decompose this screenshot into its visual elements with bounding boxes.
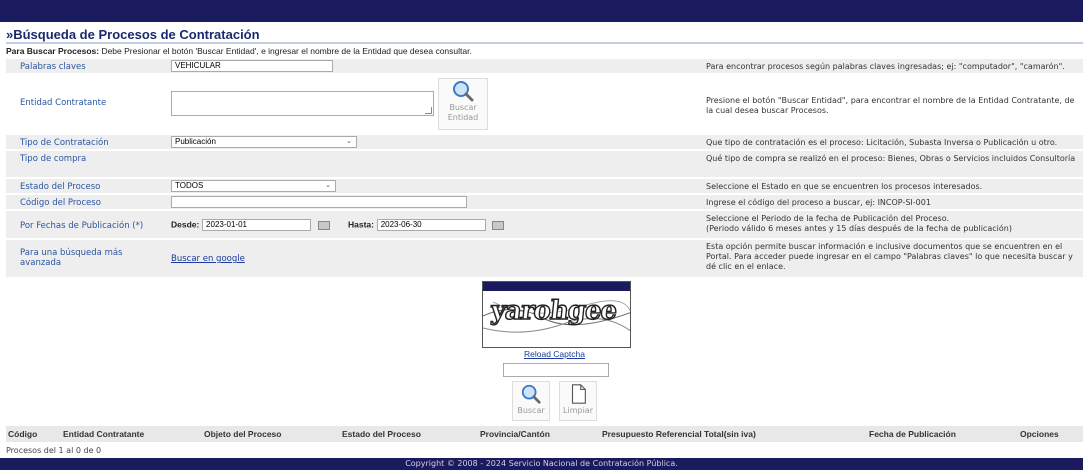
row-tipo-contratacion: Tipo de Contratación Publicación ⌄ Que ti… [6, 135, 1083, 150]
palabras-label: Palabras claves [20, 62, 86, 72]
desde-input[interactable]: 2023-01-01 [202, 219, 312, 231]
row-avanzada: Para una búsqueda más avanzada Buscar en … [6, 240, 1083, 278]
blank-document-icon [571, 384, 586, 404]
estado-select[interactable]: TODOS ⌄ [171, 180, 336, 192]
resize-grip-icon [425, 107, 432, 114]
entidad-label: Entidad Contratante [20, 98, 107, 108]
estado-value: TODOS [175, 181, 204, 190]
reload-captcha-link[interactable]: Reload Captcha [524, 349, 585, 359]
col-codigo: Código [8, 429, 38, 439]
codigo-label: Código del Proceso [20, 198, 101, 208]
row-fechas: Por Fechas de Publicación (*) Desde: 202… [6, 211, 1083, 239]
codigo-input[interactable] [171, 196, 467, 208]
row-tipo-compra: Tipo de compra Qué tipo de compra se rea… [6, 151, 1083, 178]
instructions-text: Debe Presionar el botón 'Buscar Entidad'… [99, 46, 472, 56]
avanzada-help: Esta opción permite buscar información e… [706, 242, 1073, 271]
tipo-contratacion-help: Que tipo de contratación es el proceso: … [706, 138, 1058, 147]
col-presupuesto: Presupuesto Referencial Total(sin iva) [602, 429, 756, 439]
col-provincia: Provincia/Cantón [480, 429, 550, 439]
buscar-label: Buscar [517, 406, 545, 415]
row-palabras-claves: Palabras claves VEHICULAR Para encontrar… [6, 59, 1083, 74]
magnifier-icon [453, 81, 474, 102]
palabras-input[interactable]: VEHICULAR [171, 60, 333, 72]
tipo-contratacion-select[interactable]: Publicación ⌄ [171, 136, 357, 148]
buscar-google-link[interactable]: Buscar en google [171, 254, 245, 264]
results-count: Procesos del 1 al 0 de 0 [6, 446, 102, 455]
fechas-help-line1: Seleccione el Periodo de la fecha de Pub… [706, 214, 950, 223]
row-codigo: Código del Proceso Ingrese el código del… [6, 195, 1083, 210]
footer: Copyright © 2008 - 2024 Servicio Naciona… [0, 458, 1083, 470]
entidad-help: Presione el botón "Buscar Entidad", para… [706, 96, 1075, 115]
instructions-bold: Para Buscar Procesos: [6, 46, 100, 56]
limpiar-button[interactable]: Limpiar [559, 381, 597, 421]
magnifier-icon [521, 384, 541, 404]
instructions: Para Buscar Procesos: Debe Presionar el … [6, 46, 472, 56]
results-header: Código Entidad Contratante Objeto del Pr… [6, 426, 1083, 442]
calendar-icon[interactable] [492, 220, 505, 230]
tipo-contratacion-value: Publicación [175, 137, 216, 146]
captcha-image: yarohgee [482, 281, 631, 348]
hasta-input[interactable]: 2023-06-30 [376, 219, 486, 231]
title-divider [6, 42, 1083, 44]
col-opciones: Opciones [1020, 429, 1059, 439]
col-fecha: Fecha de Publicación [869, 429, 956, 439]
desde-label: Desde: [171, 219, 200, 230]
col-estado: Estado del Proceso [342, 429, 421, 439]
col-objeto: Objeto del Proceso [204, 429, 282, 439]
tipo-compra-label: Tipo de compra [20, 154, 87, 164]
avanzada-label-line1: Para una búsqueda más [20, 248, 123, 258]
page-title: »Búsqueda de Procesos de Contratación [6, 27, 260, 42]
chevron-down-icon: ⌄ [325, 182, 331, 189]
estado-label: Estado del Proceso [20, 182, 101, 192]
chevron-down-icon: ⌄ [346, 138, 352, 145]
captcha-text: yarohgee [489, 295, 619, 326]
codigo-help: Ingrese el código del proceso a buscar, … [706, 198, 931, 207]
buscar-entidad-line1: Buscar [449, 103, 477, 112]
calendar-icon[interactable] [317, 220, 330, 230]
row-estado: Estado del Proceso TODOS ⌄ Seleccione el … [6, 179, 1083, 194]
buscar-entidad-button[interactable]: Buscar Entidad [438, 78, 488, 130]
col-entidad: Entidad Contratante [63, 429, 145, 439]
tipo-contratacion-label: Tipo de Contratación [20, 138, 109, 148]
buscar-entidad-line2: Entidad [447, 113, 479, 122]
fechas-label: Por Fechas de Publicación (*) [20, 221, 144, 231]
avanzada-label-line2: avanzada [20, 258, 62, 268]
palabras-help: Para encontrar procesos según palabras c… [706, 62, 1065, 71]
fechas-help-line2: (Periodo válido 6 meses antes y 15 días … [706, 224, 1012, 233]
row-entidad: Entidad Contratante Buscar Entidad Presi… [6, 75, 1083, 133]
top-banner [0, 0, 1083, 22]
estado-help: Seleccione el Estado en que se encuentre… [706, 182, 983, 191]
buscar-button[interactable]: Buscar [512, 381, 550, 421]
fechas-help: Seleccione el Periodo de la fecha de Pub… [706, 214, 1083, 234]
tipo-compra-help: Qué tipo de compra se realizó en el proc… [706, 154, 1076, 163]
avanzada-label: Para una búsqueda más avanzada [20, 248, 123, 268]
entidad-textarea[interactable] [171, 91, 434, 116]
captcha-input[interactable] [503, 363, 609, 377]
limpiar-label: Limpiar [563, 406, 593, 415]
hasta-label: Hasta: [348, 219, 374, 230]
